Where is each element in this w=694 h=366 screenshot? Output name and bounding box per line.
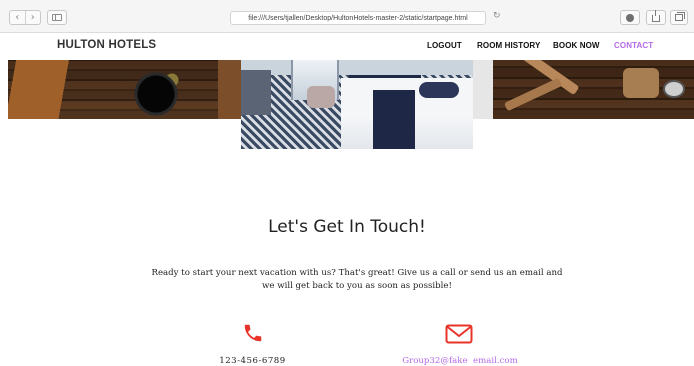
reload-icon[interactable]: ↻: [493, 11, 501, 21]
hero-image-tools: [473, 60, 694, 119]
contact-description: Ready to start your next vacation with u…: [151, 268, 563, 291]
site-header: HULTON HOTELS LOGOUT ROOM HISTORY BOOK N…: [0, 33, 694, 60]
download-icon: [626, 13, 634, 22]
envelope-icon[interactable]: [445, 324, 473, 344]
brand-logo[interactable]: HULTON HOTELS: [57, 39, 156, 51]
browser-toolbar: ‹ › file:///Users/tjallen/Desktop/Hulton…: [0, 0, 694, 33]
share-button[interactable]: [646, 10, 666, 25]
nav-book-now[interactable]: BOOK NOW: [553, 41, 600, 50]
chevron-left-icon: ‹: [15, 11, 20, 23]
sidebar-icon: [52, 14, 62, 21]
contact-heading: Let's Get In Touch!: [268, 217, 426, 237]
phone-number[interactable]: 123-456-6789: [200, 356, 305, 366]
nav-logout[interactable]: LOGOUT: [427, 41, 462, 50]
sidebar-toggle-button[interactable]: [47, 10, 67, 25]
tabs-icon: [675, 12, 685, 21]
hero-image-bedroom: [241, 60, 473, 149]
nav-room-history[interactable]: ROOM HISTORY: [477, 41, 540, 50]
email-link[interactable]: Group32@fake email.com: [385, 356, 535, 366]
url-text: file:///Users/tjallen/Desktop/HultonHote…: [248, 14, 468, 22]
address-bar[interactable]: file:///Users/tjallen/Desktop/HultonHote…: [230, 11, 486, 25]
tabs-button[interactable]: [670, 10, 688, 25]
share-icon: [652, 10, 660, 22]
back-button[interactable]: ‹: [10, 11, 25, 24]
history-buttons: ‹ ›: [9, 10, 41, 25]
forward-button[interactable]: ›: [24, 11, 41, 24]
downloads-button[interactable]: [620, 10, 640, 25]
hero-image-kitchen: [8, 60, 241, 119]
phone-icon[interactable]: [242, 322, 264, 344]
nav-contact[interactable]: CONTACT: [614, 41, 653, 50]
chevron-right-icon: ›: [30, 11, 35, 23]
